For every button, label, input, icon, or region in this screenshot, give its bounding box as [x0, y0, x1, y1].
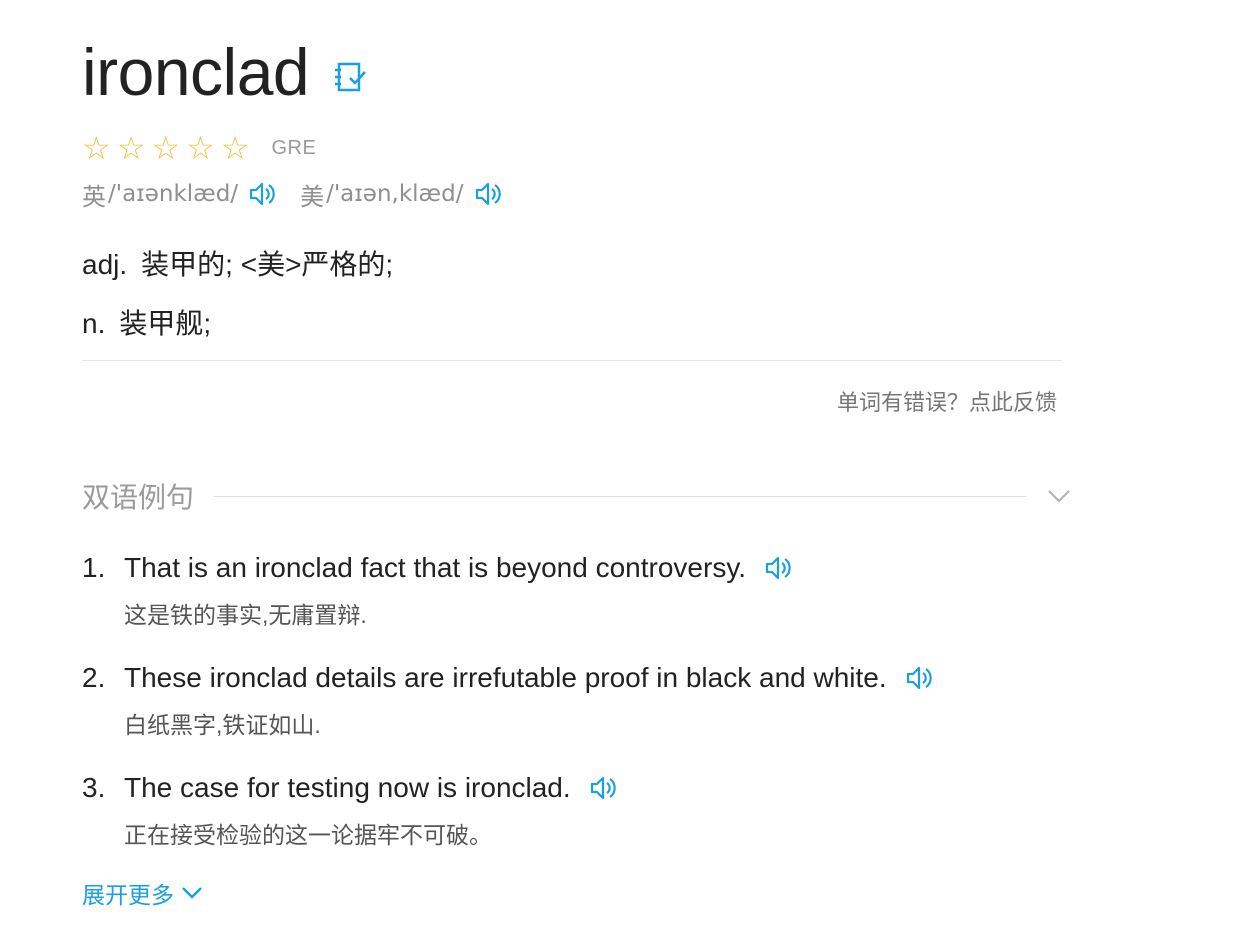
- exam-tag: GRE: [271, 136, 317, 159]
- example-chinese: 这是铁的事实,无庸置辩.: [124, 602, 367, 628]
- speaker-icon[interactable]: [905, 663, 935, 693]
- us-phonetic: /'aɪən,klæd/: [326, 181, 464, 207]
- definition-row: adj. 装甲的; <美>严格的;: [82, 243, 393, 283]
- example-number: 3.: [82, 772, 106, 803]
- example-number: 1.: [82, 552, 106, 583]
- speaker-icon[interactable]: [589, 773, 619, 803]
- uk-phonetic: /'aɪənklæd/: [108, 181, 239, 207]
- definition-row: n. 装甲舰;: [82, 302, 211, 342]
- example-item: 1. That is an ironclad fact that is beyo…: [82, 548, 1082, 630]
- pronunciation-row: 英 /'aɪənklæd/ 美 /'aɪən,klæd/: [82, 176, 526, 212]
- star-icon: ☆: [186, 130, 215, 166]
- example-item: 2. These ironclad details are irrefutabl…: [82, 658, 1082, 740]
- example-english: That is an ironclad fact that is beyond …: [124, 552, 747, 583]
- speaker-icon[interactable]: [764, 553, 794, 583]
- show-more-link[interactable]: 展开更多: [82, 876, 204, 910]
- uk-label: 英: [82, 183, 106, 211]
- title-row: ironclad: [82, 32, 367, 112]
- star-icon: ☆: [116, 130, 146, 166]
- star-icon: ☆: [220, 130, 250, 166]
- star-icon: ☆: [151, 130, 181, 166]
- speaker-icon[interactable]: [248, 179, 278, 209]
- example-english: These ironclad details are irrefutable p…: [124, 662, 887, 693]
- example-chinese: 白纸黑字,铁证如山.: [124, 712, 321, 738]
- definition-text: 装甲的; <美>严格的;: [141, 249, 394, 280]
- example-english: The case for testing now is ironclad.: [124, 772, 571, 803]
- divider: [82, 360, 1062, 361]
- example-number: 2.: [82, 662, 106, 693]
- us-label: 美: [300, 183, 325, 211]
- feedback-link[interactable]: 单词有错误？点此反馈: [837, 385, 1057, 417]
- chevron-down-icon[interactable]: [1046, 488, 1072, 504]
- entry-word: ironclad: [82, 35, 310, 109]
- uk-pronunciation: 英 /'aɪənklæd/: [82, 177, 278, 212]
- divider: [214, 495, 1027, 497]
- star-icon: ☆: [82, 130, 111, 166]
- chevron-down-icon: [182, 887, 202, 899]
- examples-section-header: 双语例句: [82, 475, 1082, 517]
- section-title: 双语例句: [82, 482, 195, 513]
- example-item: 3. The case for testing now is ironclad.…: [82, 768, 1082, 850]
- show-more-label: 展开更多: [82, 882, 174, 908]
- part-of-speech: n.: [82, 308, 106, 339]
- definition-text: 装甲舰;: [119, 308, 212, 339]
- example-chinese: 正在接受检验的这一论据牢不可破。: [124, 822, 492, 848]
- rating-row: ☆ ☆ ☆ ☆ ☆ GRE: [82, 130, 316, 166]
- add-to-wordbook-icon[interactable]: [333, 60, 367, 94]
- part-of-speech: adj.: [82, 249, 128, 280]
- speaker-icon[interactable]: [474, 179, 504, 209]
- us-pronunciation: 美 /'aɪən,klæd/: [300, 177, 503, 212]
